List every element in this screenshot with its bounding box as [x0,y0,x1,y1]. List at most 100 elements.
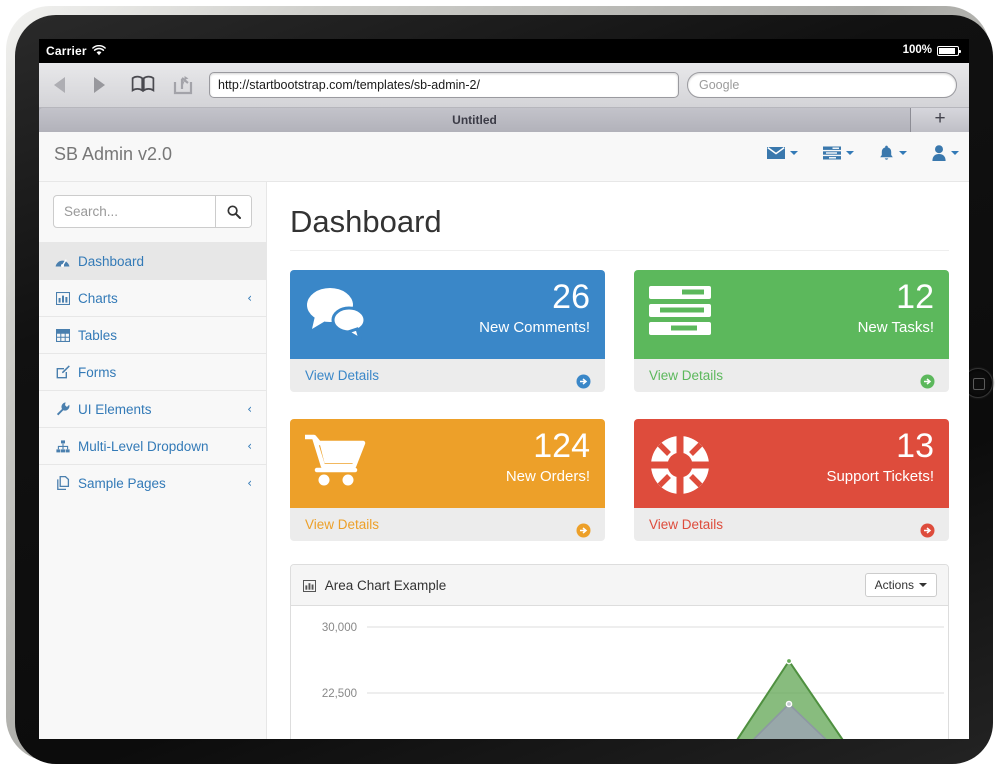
caret-down-icon [899,151,907,155]
browser-toolbar: http://startbootstrap.com/templates/sb-a… [39,63,969,107]
web-page-viewport: SB Admin v2.0 Search... Dashboard Charts… [39,132,969,739]
files-icon [54,476,71,490]
browser-search-input[interactable]: Google [687,72,957,98]
circle-arrow-right-icon [576,517,591,541]
sidebar-item-label: Multi-Level Dropdown [78,438,209,454]
actions-label: Actions [874,578,914,592]
area-chart-svg[interactable]: 30,000 22,500 [291,606,968,739]
sidebar-item-label: Dashboard [78,253,145,269]
series-b-area [752,702,827,739]
chart-panel-heading: Area Chart Example Actions [291,565,948,606]
caret-down-icon [846,151,854,155]
book-icon[interactable] [131,75,155,95]
sidebar-item-forms[interactable]: Forms [39,353,266,390]
bell-icon [880,145,893,160]
ios-status-bar: Carrier 100% [39,39,969,63]
navbar-tasks-dropdown[interactable] [823,146,854,160]
stat-panel-grid: 26 New Comments! View Details 12 New Tas… [290,270,949,541]
sitemap-icon [54,439,71,453]
sidebar-item-label: Charts [78,290,118,306]
stat-panel-footer[interactable]: View Details [290,508,605,541]
main-content: Dashboard 26 New Comments! View Details … [268,182,969,739]
stat-panel-support-tickets[interactable]: 13 Support Tickets! View Details [634,419,949,541]
caret-down-icon [790,151,798,155]
search-input[interactable]: Search... [54,196,215,227]
chevron-left-icon: ‹ [247,439,252,453]
stat-panel-footer[interactable]: View Details [290,359,605,392]
navbar-alerts-dropdown[interactable] [879,145,907,161]
forward-arrow-icon[interactable] [89,75,111,95]
view-details-label: View Details [305,368,380,383]
sidebar-search-wrapper: Search... [39,182,266,242]
stat-panel-comments[interactable]: 26 New Comments! View Details [290,270,605,392]
sidebar-item-dashboard[interactable]: Dashboard [39,242,266,279]
sidebar-item-ui-elements[interactable]: UI Elements ‹ [39,390,266,427]
battery-percent-label: 100% [902,44,932,56]
sidebar-item-label: Tables [78,327,118,343]
sidebar-item-tables[interactable]: Tables [39,316,266,353]
navbar-messages-dropdown[interactable] [767,146,798,160]
stat-panel-values: 12 New Tasks! [858,278,934,336]
circle-arrow-right-icon [920,517,935,541]
browser-tab[interactable]: Untitled [39,108,911,132]
stat-panel-body: 26 New Comments! [290,270,605,359]
chart-panel-title: Area Chart Example [324,578,447,593]
circle-arrow-right-icon [576,368,591,392]
wrench-icon [54,402,71,416]
search-icon[interactable] [215,196,251,227]
stat-count: 12 [896,278,934,316]
stat-panel-footer[interactable]: View Details [634,508,949,541]
view-details-label: View Details [649,517,724,532]
sidebar-search-group: Search... [53,195,252,228]
stat-panel-values: 26 New Comments! [479,278,590,336]
y-tick-label: 22,500 [322,688,357,700]
stat-panel-values: 13 Support Tickets! [826,427,934,485]
carrier-label: Carrier [46,44,87,58]
share-icon[interactable] [172,75,194,95]
circle-arrow-right-icon [920,368,935,392]
envelope-icon [767,146,785,159]
series-b-point [785,700,793,708]
dashboard-icon [54,255,71,268]
stat-label: Support Tickets! [826,468,934,485]
stat-panel-values: 124 New Orders! [506,427,590,485]
actions-button[interactable]: Actions [864,573,937,597]
sidebar-item-label: Sample Pages [78,475,166,491]
bar-chart-icon [303,580,320,595]
stat-panel-body: 13 Support Tickets! [634,419,949,508]
ipad-device-frame: Carrier 100% http://startbootstrap.com/t… [6,6,993,764]
life-ring-icon [649,434,711,501]
stat-panel-body: 12 New Tasks! [634,270,949,359]
chevron-left-icon: ‹ [247,476,252,490]
app-navbar: SB Admin v2.0 [39,132,969,182]
comments-icon [305,285,367,346]
stat-panel-orders[interactable]: 124 New Orders! View Details [290,419,605,541]
series-a-point [785,657,793,665]
navbar-user-dropdown[interactable] [932,145,959,161]
user-icon [932,145,946,161]
wifi-icon [92,45,106,56]
back-arrow-icon[interactable] [51,75,73,95]
view-details-label: View Details [649,368,724,383]
shopping-cart-icon [305,434,367,493]
sidebar-item-charts[interactable]: Charts ‹ [39,279,266,316]
stat-count: 124 [533,427,590,465]
browser-chrome: http://startbootstrap.com/templates/sb-a… [39,63,969,133]
table-icon [54,328,71,342]
stat-panel-footer[interactable]: View Details [634,359,949,392]
new-tab-button[interactable]: + [911,108,969,132]
stat-panel-tasks[interactable]: 12 New Tasks! View Details [634,270,949,392]
sidebar-item-sample-pages[interactable]: Sample Pages ‹ [39,464,266,501]
chevron-left-icon: ‹ [247,291,252,305]
chart-body: 30,000 22,500 [291,606,948,739]
stat-label: New Tasks! [857,319,934,336]
caret-down-icon [951,151,959,155]
url-input[interactable]: http://startbootstrap.com/templates/sb-a… [209,72,679,98]
bar-chart-icon [54,291,71,305]
app-brand[interactable]: SB Admin v2.0 [54,144,172,165]
page-title: Dashboard [290,204,949,251]
stat-count: 13 [896,427,934,465]
series-a-area [736,659,844,739]
caret-down-icon [919,583,927,587]
sidebar-item-multi-level-dropdown[interactable]: Multi-Level Dropdown ‹ [39,427,266,464]
